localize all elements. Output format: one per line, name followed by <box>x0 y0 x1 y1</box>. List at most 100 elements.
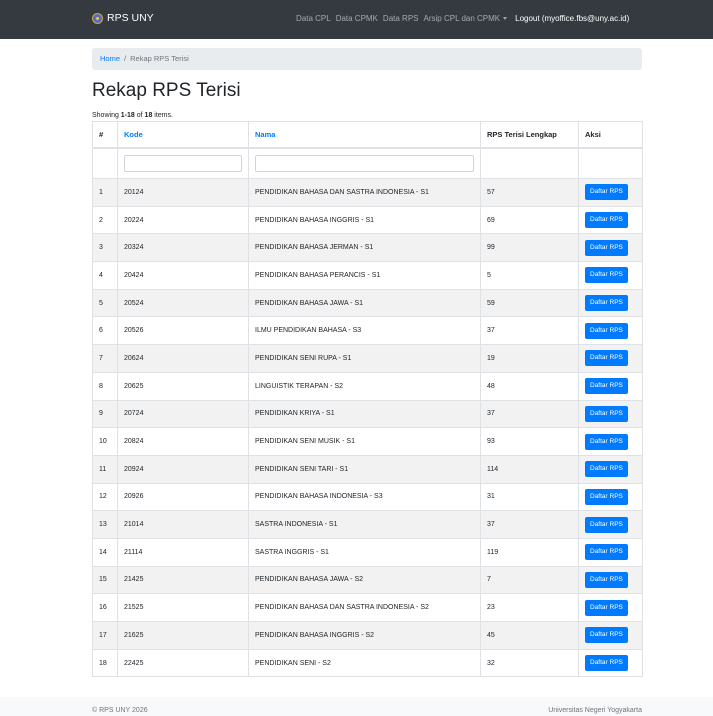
table-row: 7 20624 PENDIDIKAN SENI RUPA - S1 19 Daftar … <box>92 344 643 373</box>
cell-nama: PENDIDIKAN BAHASA JAWA - S2 <box>248 565 481 595</box>
table-row: 1 20124 PENDIDIKAN BAHASA DAN SASTRA INDON… <box>92 178 643 207</box>
filter-cell-empty <box>92 147 118 179</box>
cell-rps-terisi: 57 <box>480 178 579 207</box>
brand-name: RPS UNY <box>107 12 154 24</box>
table-row: 8 20625 LINGUISTIK TERAPAN - S2 48 Daftar RP… <box>92 371 643 401</box>
filter-row <box>92 147 643 179</box>
cell-rps-terisi: 31 <box>480 482 579 512</box>
daftar-rps-button[interactable]: Daftar RPS <box>585 488 628 505</box>
daftar-rps-button[interactable]: Daftar RPS <box>585 378 628 395</box>
nama-filter-input[interactable] <box>255 154 474 172</box>
daftar-rps-button[interactable]: Daftar RPS <box>585 433 628 450</box>
logout-button[interactable]: Logout (myoffice.fbs@uny.ac.id) <box>515 13 629 24</box>
cell-aksi: Daftar RPS <box>578 427 643 456</box>
cell-aksi: Daftar RPS <box>578 593 643 622</box>
brand-link[interactable]: RPS UNY <box>92 12 154 25</box>
cell-no: 2 <box>92 205 118 235</box>
cell-no: 9 <box>92 399 118 429</box>
cell-kode: 20526 <box>117 316 249 346</box>
daftar-rps-button[interactable]: Daftar RPS <box>585 516 628 533</box>
cell-rps-terisi: 32 <box>480 648 579 678</box>
cell-rps-terisi: 37 <box>480 316 579 346</box>
summary-suffix: items. <box>152 112 173 119</box>
daftar-rps-button[interactable]: Daftar RPS <box>585 655 628 672</box>
summary-prefix: Showing <box>92 112 121 119</box>
cell-kode: 22425 <box>117 648 249 678</box>
cell-rps-terisi: 37 <box>480 399 579 429</box>
cell-kode: 20926 <box>117 482 249 512</box>
cell-kode: 20625 <box>117 371 249 401</box>
cell-rps-terisi: 48 <box>480 371 579 401</box>
col-header-aksi: Aksi <box>578 121 643 149</box>
breadcrumb-home[interactable]: Home <box>100 54 120 64</box>
cell-no: 4 <box>92 261 118 290</box>
cell-kode: 20824 <box>117 427 249 456</box>
table-row: 9 20724 PENDIDIKAN KRIYA - S1 37 Daftar RPS <box>92 399 643 429</box>
cell-rps-terisi: 45 <box>480 621 579 650</box>
cell-no: 10 <box>92 427 118 456</box>
col-header-nama[interactable]: Nama <box>248 121 481 149</box>
result-summary: Showing 1-18 of 18 items. <box>92 111 173 120</box>
cell-aksi: Daftar RPS <box>578 454 643 484</box>
daftar-rps-button[interactable]: Daftar RPS <box>585 212 628 229</box>
table-row: 12 20926 PENDIDIKAN BAHASA INDONESIA - S3 3… <box>92 482 643 512</box>
cell-nama: SASTRA INDONESIA - S1 <box>248 510 481 539</box>
footer: © RPS UNY 2026 Universitas Negeri Yogyak… <box>0 697 713 716</box>
cell-kode: 20424 <box>117 261 249 290</box>
cell-nama: PENDIDIKAN SENI MUSIK - S1 <box>248 427 481 456</box>
cell-aksi: Daftar RPS <box>578 261 643 290</box>
cell-no: 16 <box>92 593 118 622</box>
cell-no: 14 <box>92 537 118 567</box>
cell-rps-terisi: 119 <box>480 537 579 567</box>
cell-aksi: Daftar RPS <box>578 399 643 429</box>
cell-rps-terisi: 114 <box>480 454 579 484</box>
cell-kode: 21425 <box>117 565 249 595</box>
daftar-rps-button[interactable]: Daftar RPS <box>585 405 628 422</box>
nav-data-rps[interactable]: Data RPS <box>383 13 419 24</box>
table-row: 3 20324 PENDIDIKAN BAHASA JERMAN - S1 99 Daf… <box>92 233 643 263</box>
table-row: 18 22425 PENDIDIKAN SENI - S2 32 Daftar RPS <box>92 648 643 678</box>
cell-rps-terisi: 7 <box>480 565 579 595</box>
nav-arsip-dropdown[interactable]: Arsip CPL dan CPMK <box>424 13 508 24</box>
cell-no: 8 <box>92 371 118 401</box>
daftar-rps-button[interactable]: Daftar RPS <box>585 461 628 478</box>
filter-cell-empty <box>578 147 643 179</box>
filter-cell-empty <box>480 147 579 179</box>
cell-aksi: Daftar RPS <box>578 205 643 235</box>
cell-aksi: Daftar RPS <box>578 621 643 650</box>
daftar-rps-button[interactable]: Daftar RPS <box>585 599 628 616</box>
summary-range: 1-18 <box>120 112 135 119</box>
cell-no: 13 <box>92 510 118 539</box>
cell-kode: 20124 <box>117 178 249 207</box>
daftar-rps-button[interactable]: Daftar RPS <box>585 627 628 644</box>
cell-aksi: Daftar RPS <box>578 510 643 539</box>
col-header-kode[interactable]: Kode <box>117 121 249 149</box>
cell-rps-terisi: 37 <box>480 510 579 539</box>
daftar-rps-button[interactable]: Daftar RPS <box>585 350 628 367</box>
cell-aksi: Daftar RPS <box>578 316 643 346</box>
daftar-rps-button[interactable]: Daftar RPS <box>585 571 628 588</box>
navbar: RPS UNY Data CPL Data CPMK Data RPS Arsi… <box>0 0 713 39</box>
daftar-rps-button[interactable]: Daftar RPS <box>585 239 628 256</box>
filter-cell-kode <box>117 147 249 179</box>
daftar-rps-button[interactable]: Daftar RPS <box>585 322 628 339</box>
table-row: 6 20526 ILMU PENDIDIKAN BAHASA - S3 37 Dafta… <box>92 316 643 346</box>
table-row: 13 21014 SASTRA INDONESIA - S1 37 Daftar RPS <box>92 510 643 539</box>
nav-data-cpl[interactable]: Data CPL <box>296 13 331 24</box>
cell-kode: 20324 <box>117 233 249 263</box>
daftar-rps-button[interactable]: Daftar RPS <box>585 184 628 201</box>
nav-data-cpmk[interactable]: Data CPMK <box>336 13 378 24</box>
table-row: 16 21525 PENDIDIKAN BAHASA DAN SASTRA INDO… <box>92 593 643 622</box>
cell-nama: PENDIDIKAN BAHASA INGGRIS - S1 <box>248 205 481 235</box>
table-row: 17 21625 PENDIDIKAN BAHASA INGGRIS - S2 45 D… <box>92 621 643 650</box>
cell-rps-terisi: 69 <box>480 205 579 235</box>
kode-filter-input[interactable] <box>124 154 242 172</box>
col-header-no: # <box>92 121 118 149</box>
daftar-rps-button[interactable]: Daftar RPS <box>585 267 628 284</box>
cell-kode: 21525 <box>117 593 249 622</box>
cell-kode: 20924 <box>117 454 249 484</box>
daftar-rps-button[interactable]: Daftar RPS <box>585 295 628 312</box>
cell-no: 12 <box>92 482 118 512</box>
nav-menu: Data CPL Data CPMK Data RPS Arsip CPL da… <box>296 13 629 24</box>
daftar-rps-button[interactable]: Daftar RPS <box>585 544 628 561</box>
